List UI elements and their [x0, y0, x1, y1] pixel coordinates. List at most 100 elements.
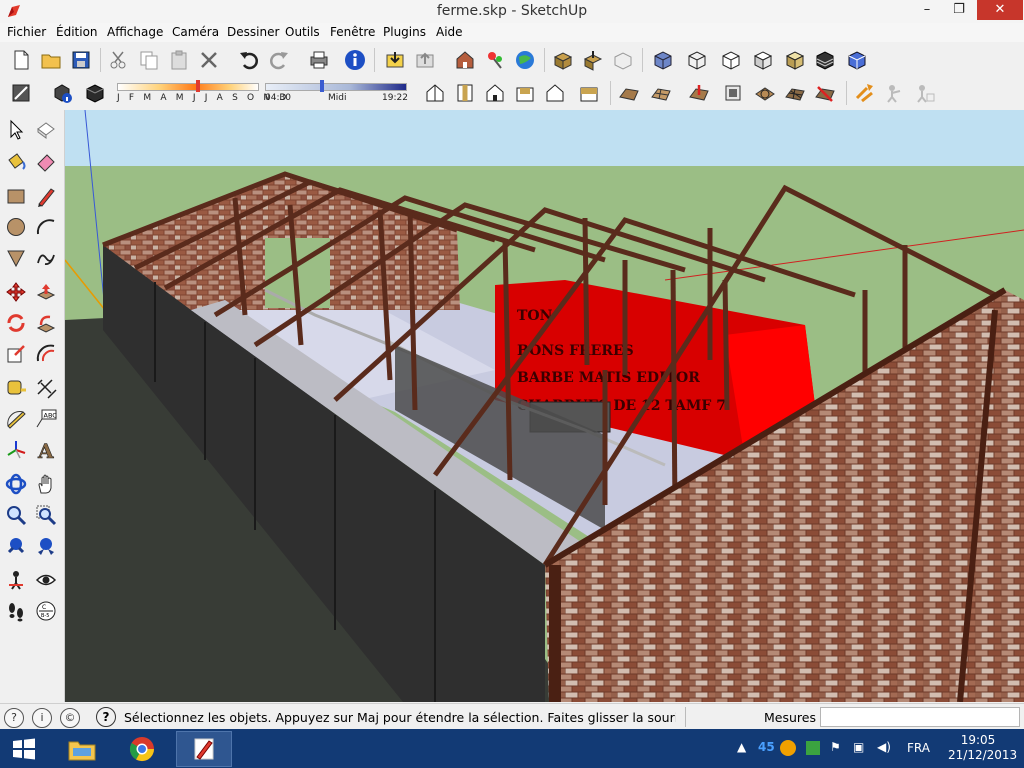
- walk-button[interactable]: [852, 80, 878, 106]
- position-camera-tool-button[interactable]: [2, 566, 30, 594]
- menu-outils[interactable]: Outils: [285, 25, 320, 39]
- large-tool-set-button[interactable]: [8, 80, 34, 106]
- wireframe-style-button[interactable]: [684, 47, 710, 73]
- back-edges-button[interactable]: [844, 47, 870, 73]
- look-around-button[interactable]: [912, 80, 938, 106]
- rectangle-tool-button[interactable]: [2, 182, 30, 210]
- right-view-button[interactable]: [512, 80, 538, 106]
- position-camera-button[interactable]: [882, 80, 908, 106]
- menu-fichier[interactable]: Fichier: [7, 25, 46, 39]
- freehand-tool-button[interactable]: [32, 244, 60, 272]
- tray-badge[interactable]: 45: [758, 740, 775, 754]
- menu-plugins[interactable]: Plugins: [383, 25, 426, 39]
- print-button[interactable]: [306, 47, 332, 73]
- axes-tool-button[interactable]: [2, 436, 30, 464]
- open-file-button[interactable]: [38, 47, 64, 73]
- instructor-icon[interactable]: ©: [60, 708, 80, 728]
- zoom-extents-button[interactable]: [2, 532, 30, 560]
- hidden-line-style-button[interactable]: [718, 47, 744, 73]
- sketchup-taskbar-button[interactable]: [176, 731, 232, 767]
- iso-view-button[interactable]: [422, 80, 448, 106]
- shadow-settings-button[interactable]: [50, 80, 76, 106]
- save-button[interactable]: [68, 47, 94, 73]
- tape-measure-button[interactable]: [2, 374, 30, 402]
- maximize-button[interactable]: ❐: [944, 0, 974, 20]
- toggle-shadows-button[interactable]: [82, 80, 108, 106]
- model-viewport[interactable]: TON BONS FRERES BARBE MATIS EDITOR CHARR…: [65, 110, 1024, 702]
- offset-tool-button[interactable]: [32, 340, 60, 368]
- 3d-text-button[interactable]: A: [32, 436, 60, 464]
- month-slider-track[interactable]: [117, 83, 259, 91]
- new-file-button[interactable]: [8, 47, 34, 73]
- paint-bucket-button[interactable]: [2, 147, 30, 175]
- menu-aide[interactable]: Aide: [436, 25, 463, 39]
- share-model-button[interactable]: [412, 47, 438, 73]
- warehouse-button[interactable]: [512, 47, 538, 73]
- help-icon[interactable]: ?: [96, 707, 116, 727]
- drape-button[interactable]: [752, 80, 778, 106]
- redo-button[interactable]: [266, 47, 292, 73]
- menu-fenetre[interactable]: Fenêtre: [330, 25, 375, 39]
- menu-camera[interactable]: Caméra: [172, 25, 219, 39]
- arc-tool-button[interactable]: [32, 213, 60, 241]
- sandbox-contours-button[interactable]: [616, 80, 642, 106]
- get-models-button[interactable]: [382, 47, 408, 73]
- textured-style-button[interactable]: [782, 47, 808, 73]
- file-explorer-taskbar-button[interactable]: [54, 731, 110, 767]
- scale-tool-button[interactable]: [2, 340, 30, 368]
- dimension-tool-button[interactable]: [32, 374, 60, 402]
- taskbar-clock[interactable]: 19:05 21/12/2013: [948, 733, 1017, 763]
- copy-button[interactable]: [136, 47, 162, 73]
- add-detail-button[interactable]: [782, 80, 808, 106]
- month-slider-thumb[interactable]: [196, 80, 200, 92]
- network-icon[interactable]: ▣: [853, 740, 864, 754]
- orbit-tool-button[interactable]: [2, 470, 30, 498]
- zoom-tool-button[interactable]: [2, 501, 30, 529]
- select-tool-button[interactable]: [2, 116, 30, 144]
- monochrome-style-button[interactable]: [812, 47, 838, 73]
- eraser-button[interactable]: [32, 147, 60, 175]
- circle-tool-button[interactable]: [2, 213, 30, 241]
- georeference-icon[interactable]: ?: [4, 708, 24, 728]
- text-tool-button[interactable]: ABC: [32, 405, 60, 433]
- previous-view-button[interactable]: [32, 532, 60, 560]
- model-info-button[interactable]: [342, 47, 368, 73]
- pan-tool-button[interactable]: [32, 470, 60, 498]
- shaded-style-button[interactable]: [750, 47, 776, 73]
- rotate-tool-button[interactable]: [2, 309, 30, 337]
- volume-icon[interactable]: ◀): [877, 740, 891, 754]
- flip-edge-button[interactable]: [812, 80, 838, 106]
- top-view-button[interactable]: [452, 80, 478, 106]
- left-view-button[interactable]: [576, 80, 602, 106]
- time-slider-thumb[interactable]: [320, 80, 324, 92]
- extension-warehouse-button[interactable]: [550, 47, 576, 73]
- section-plane-button[interactable]: C B-5: [32, 597, 60, 625]
- measures-input[interactable]: [820, 707, 1020, 727]
- components-button[interactable]: [452, 47, 478, 73]
- language-indicator[interactable]: FRA: [907, 741, 930, 755]
- back-view-button[interactable]: [542, 80, 568, 106]
- time-slider-track[interactable]: [265, 83, 407, 91]
- undo-button[interactable]: [236, 47, 262, 73]
- zoom-window-button[interactable]: [32, 501, 60, 529]
- tray-security-icon[interactable]: [806, 741, 820, 755]
- protractor-button[interactable]: [2, 405, 30, 433]
- front-view-button[interactable]: [482, 80, 508, 106]
- smoove-button[interactable]: [686, 80, 712, 106]
- close-button[interactable]: ✕: [977, 0, 1023, 20]
- menu-affichage[interactable]: Affichage: [107, 25, 163, 39]
- google-earth-button[interactable]: [482, 47, 508, 73]
- xray-style-button[interactable]: [650, 47, 676, 73]
- stamp-button[interactable]: [720, 80, 746, 106]
- make-component-button[interactable]: [32, 116, 60, 144]
- action-center-flag-icon[interactable]: ⚑: [830, 740, 841, 754]
- menu-edition[interactable]: Édition: [56, 25, 98, 39]
- share-component-button[interactable]: [610, 47, 636, 73]
- erase-button[interactable]: [196, 47, 222, 73]
- polygon-tool-button[interactable]: [2, 244, 30, 272]
- follow-me-button[interactable]: [32, 309, 60, 337]
- tray-expand-icon[interactable]: ▲: [737, 740, 746, 754]
- line-tool-button[interactable]: [32, 182, 60, 210]
- upload-button[interactable]: [580, 47, 606, 73]
- cut-button[interactable]: [106, 47, 132, 73]
